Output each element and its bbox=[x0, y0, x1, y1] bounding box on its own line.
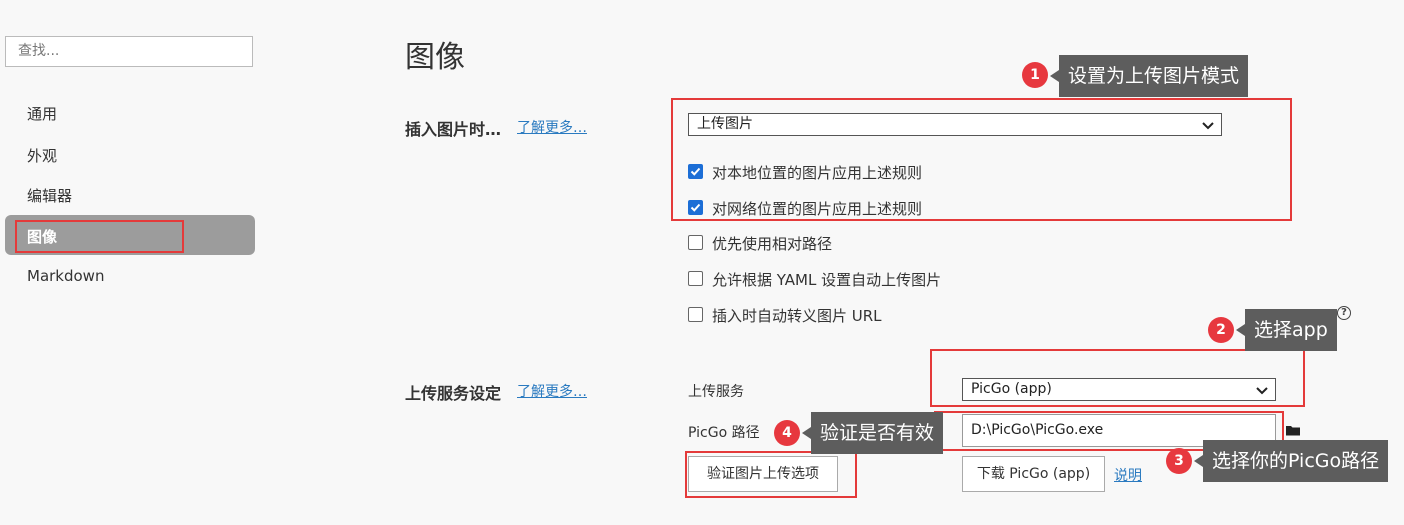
download-picgo-button[interactable]: 下载 PicGo (app) bbox=[962, 456, 1105, 492]
annotation-badge-2: 2 bbox=[1208, 317, 1234, 343]
page-title: 图像 bbox=[405, 40, 465, 75]
sidebar-item-markdown[interactable]: Markdown bbox=[27, 267, 104, 285]
sidebar-item-appearance[interactable]: 外观 bbox=[27, 145, 57, 166]
upload-service-label: 上传服务 bbox=[688, 384, 744, 400]
checkbox-relative-path[interactable] bbox=[688, 235, 703, 250]
annotation-badge-3: 3 bbox=[1166, 448, 1192, 474]
checkbox-label-escape-url: 插入时自动转义图片 URL bbox=[712, 307, 882, 325]
insert-image-section-label: 插入图片时… bbox=[405, 120, 502, 139]
folder-icon[interactable] bbox=[1285, 423, 1301, 437]
annotation-tooltip-1: 设置为上传图片模式 bbox=[1049, 55, 1249, 97]
help-icon[interactable]: ? bbox=[1337, 306, 1351, 320]
checkbox-escape-url[interactable] bbox=[688, 307, 703, 322]
picgo-path-label: PicGo 路径 bbox=[688, 425, 760, 441]
annotation-badge-1: 1 bbox=[1022, 62, 1048, 88]
insert-learn-more-link[interactable]: 了解更多… bbox=[517, 117, 587, 137]
search-input[interactable]: 查找... bbox=[5, 36, 253, 67]
annotation-tooltip-2: 选择app bbox=[1236, 309, 1337, 351]
checkbox-yaml-auto-upload[interactable] bbox=[688, 271, 703, 286]
help-link[interactable]: 说明 bbox=[1114, 465, 1142, 485]
annotation-badge-4: 4 bbox=[774, 420, 800, 446]
annotation-box-upload-service bbox=[930, 349, 1305, 407]
annotation-tooltip-4: 验证是否有效 bbox=[801, 412, 944, 454]
checkbox-label-relative-path: 优先使用相对路径 bbox=[712, 235, 833, 253]
checkbox-label-yaml-auto-upload: 允许根据 YAML 设置自动上传图片 bbox=[712, 271, 942, 289]
upload-learn-more-link[interactable]: 了解更多… bbox=[517, 381, 587, 401]
annotation-box-verify-button bbox=[685, 451, 857, 498]
upload-service-section-label: 上传服务设定 bbox=[405, 384, 502, 403]
annotation-box-image-nav bbox=[15, 220, 184, 253]
sidebar-item-general[interactable]: 通用 bbox=[27, 103, 57, 124]
annotation-tooltip-3: 选择你的PicGo路径 bbox=[1193, 440, 1389, 482]
annotation-box-insert-settings bbox=[671, 98, 1292, 221]
sidebar-item-editor[interactable]: 编辑器 bbox=[27, 185, 72, 206]
